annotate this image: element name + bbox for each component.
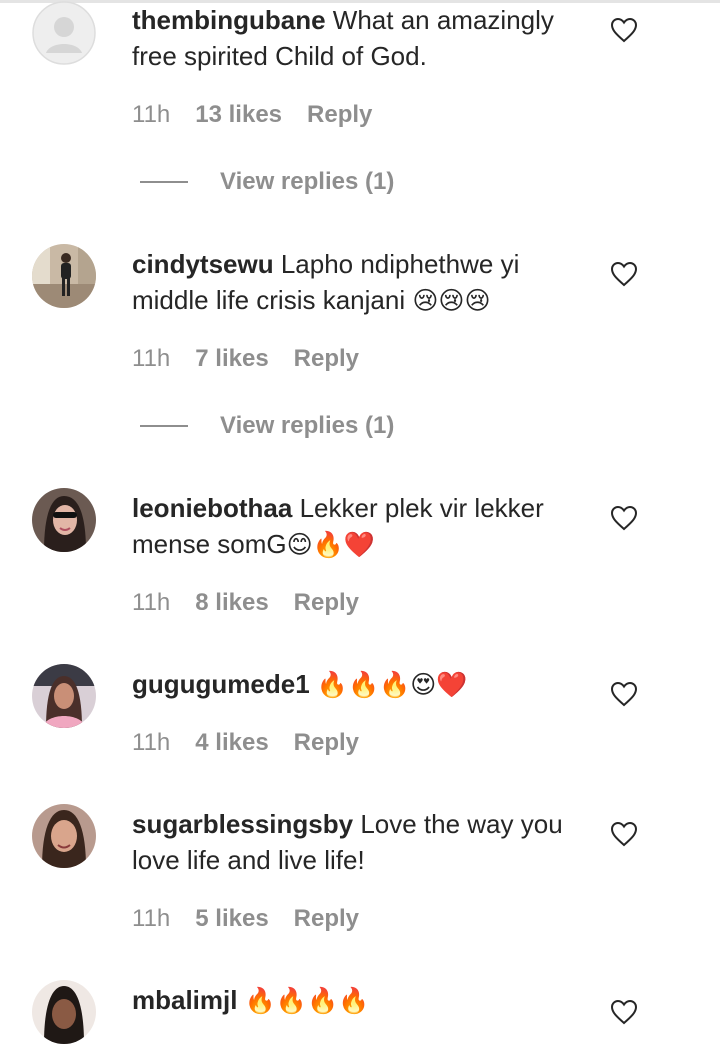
comment-time: 11h [132,589,171,616]
heart-outline-icon[interactable] [610,681,638,707]
likes-count[interactable]: 8 likes [195,589,268,617]
comment-text: leoniebothaa Lekker plek vir lekker mens… [132,490,587,563]
avatar[interactable] [32,804,96,868]
likes-count[interactable]: 4 likes [195,729,268,757]
heart-outline-icon[interactable] [610,999,638,1025]
comment-username[interactable]: gugugumede1 [132,669,310,699]
reply-button[interactable]: Reply [294,345,359,373]
default-avatar-icon[interactable] [32,1,96,65]
replies-divider [140,425,188,427]
comment-emoji: 😊🔥❤️ [286,530,375,559]
reply-button[interactable]: Reply [294,905,359,933]
comment-time: 11h [132,729,171,756]
replies-divider [140,181,188,183]
comment-username[interactable]: leoniebothaa [132,493,292,523]
likes-count[interactable]: 5 likes [195,905,268,933]
comment-text: gugugumede1 🔥🔥🔥😍❤️ [132,666,587,703]
comment-emoji: 😢😢😢 [412,286,491,315]
comment-time: 11h [132,345,171,372]
comment-emoji: 🔥🔥🔥😍❤️ [316,670,468,699]
view-replies-button[interactable]: View replies (1) [140,168,394,196]
comment-text: sugarblessingsby Love the way you love l… [132,806,587,878]
likes-count[interactable]: 7 likes [195,345,268,373]
comment-username[interactable]: cindytsewu [132,249,274,279]
reply-button[interactable]: Reply [294,729,359,757]
comment-text: mbalimjl 🔥🔥🔥🔥 [132,982,587,1019]
heart-outline-icon[interactable] [610,505,638,531]
comment-meta: 11h 4 likes Reply [132,729,359,757]
comment-text: cindytsewu Lapho ndiphethwe yi middle li… [132,246,587,319]
comment-time: 11h [132,101,171,128]
view-replies-button[interactable]: View replies (1) [140,412,394,440]
avatar[interactable] [32,244,96,308]
comment-text: thembingubane What an amazingly free spi… [132,2,587,74]
comment-username[interactable]: mbalimjl [132,985,237,1015]
view-replies-label: View replies (1) [220,168,395,195]
comment-meta: 11h 5 likes Reply [132,905,359,933]
comment-meta: 11h 13 likes Reply [132,101,372,129]
comment-username[interactable]: sugarblessingsby [132,809,353,839]
likes-count[interactable]: 13 likes [195,101,282,129]
avatar[interactable] [32,980,96,1044]
comment-emoji: 🔥🔥🔥🔥 [244,986,370,1015]
avatar[interactable] [32,664,96,728]
avatar[interactable] [32,488,96,552]
heart-outline-icon[interactable] [610,821,638,847]
comment-meta: 11h 8 likes Reply [132,589,359,617]
comment-time: 11h [132,905,171,932]
comment-meta: 11h 7 likes Reply [132,345,359,373]
comment-username[interactable]: thembingubane [132,5,326,35]
reply-button[interactable]: Reply [307,101,372,129]
heart-outline-icon[interactable] [610,17,638,43]
reply-button[interactable]: Reply [294,589,359,617]
heart-outline-icon[interactable] [610,261,638,287]
view-replies-label: View replies (1) [220,412,395,439]
